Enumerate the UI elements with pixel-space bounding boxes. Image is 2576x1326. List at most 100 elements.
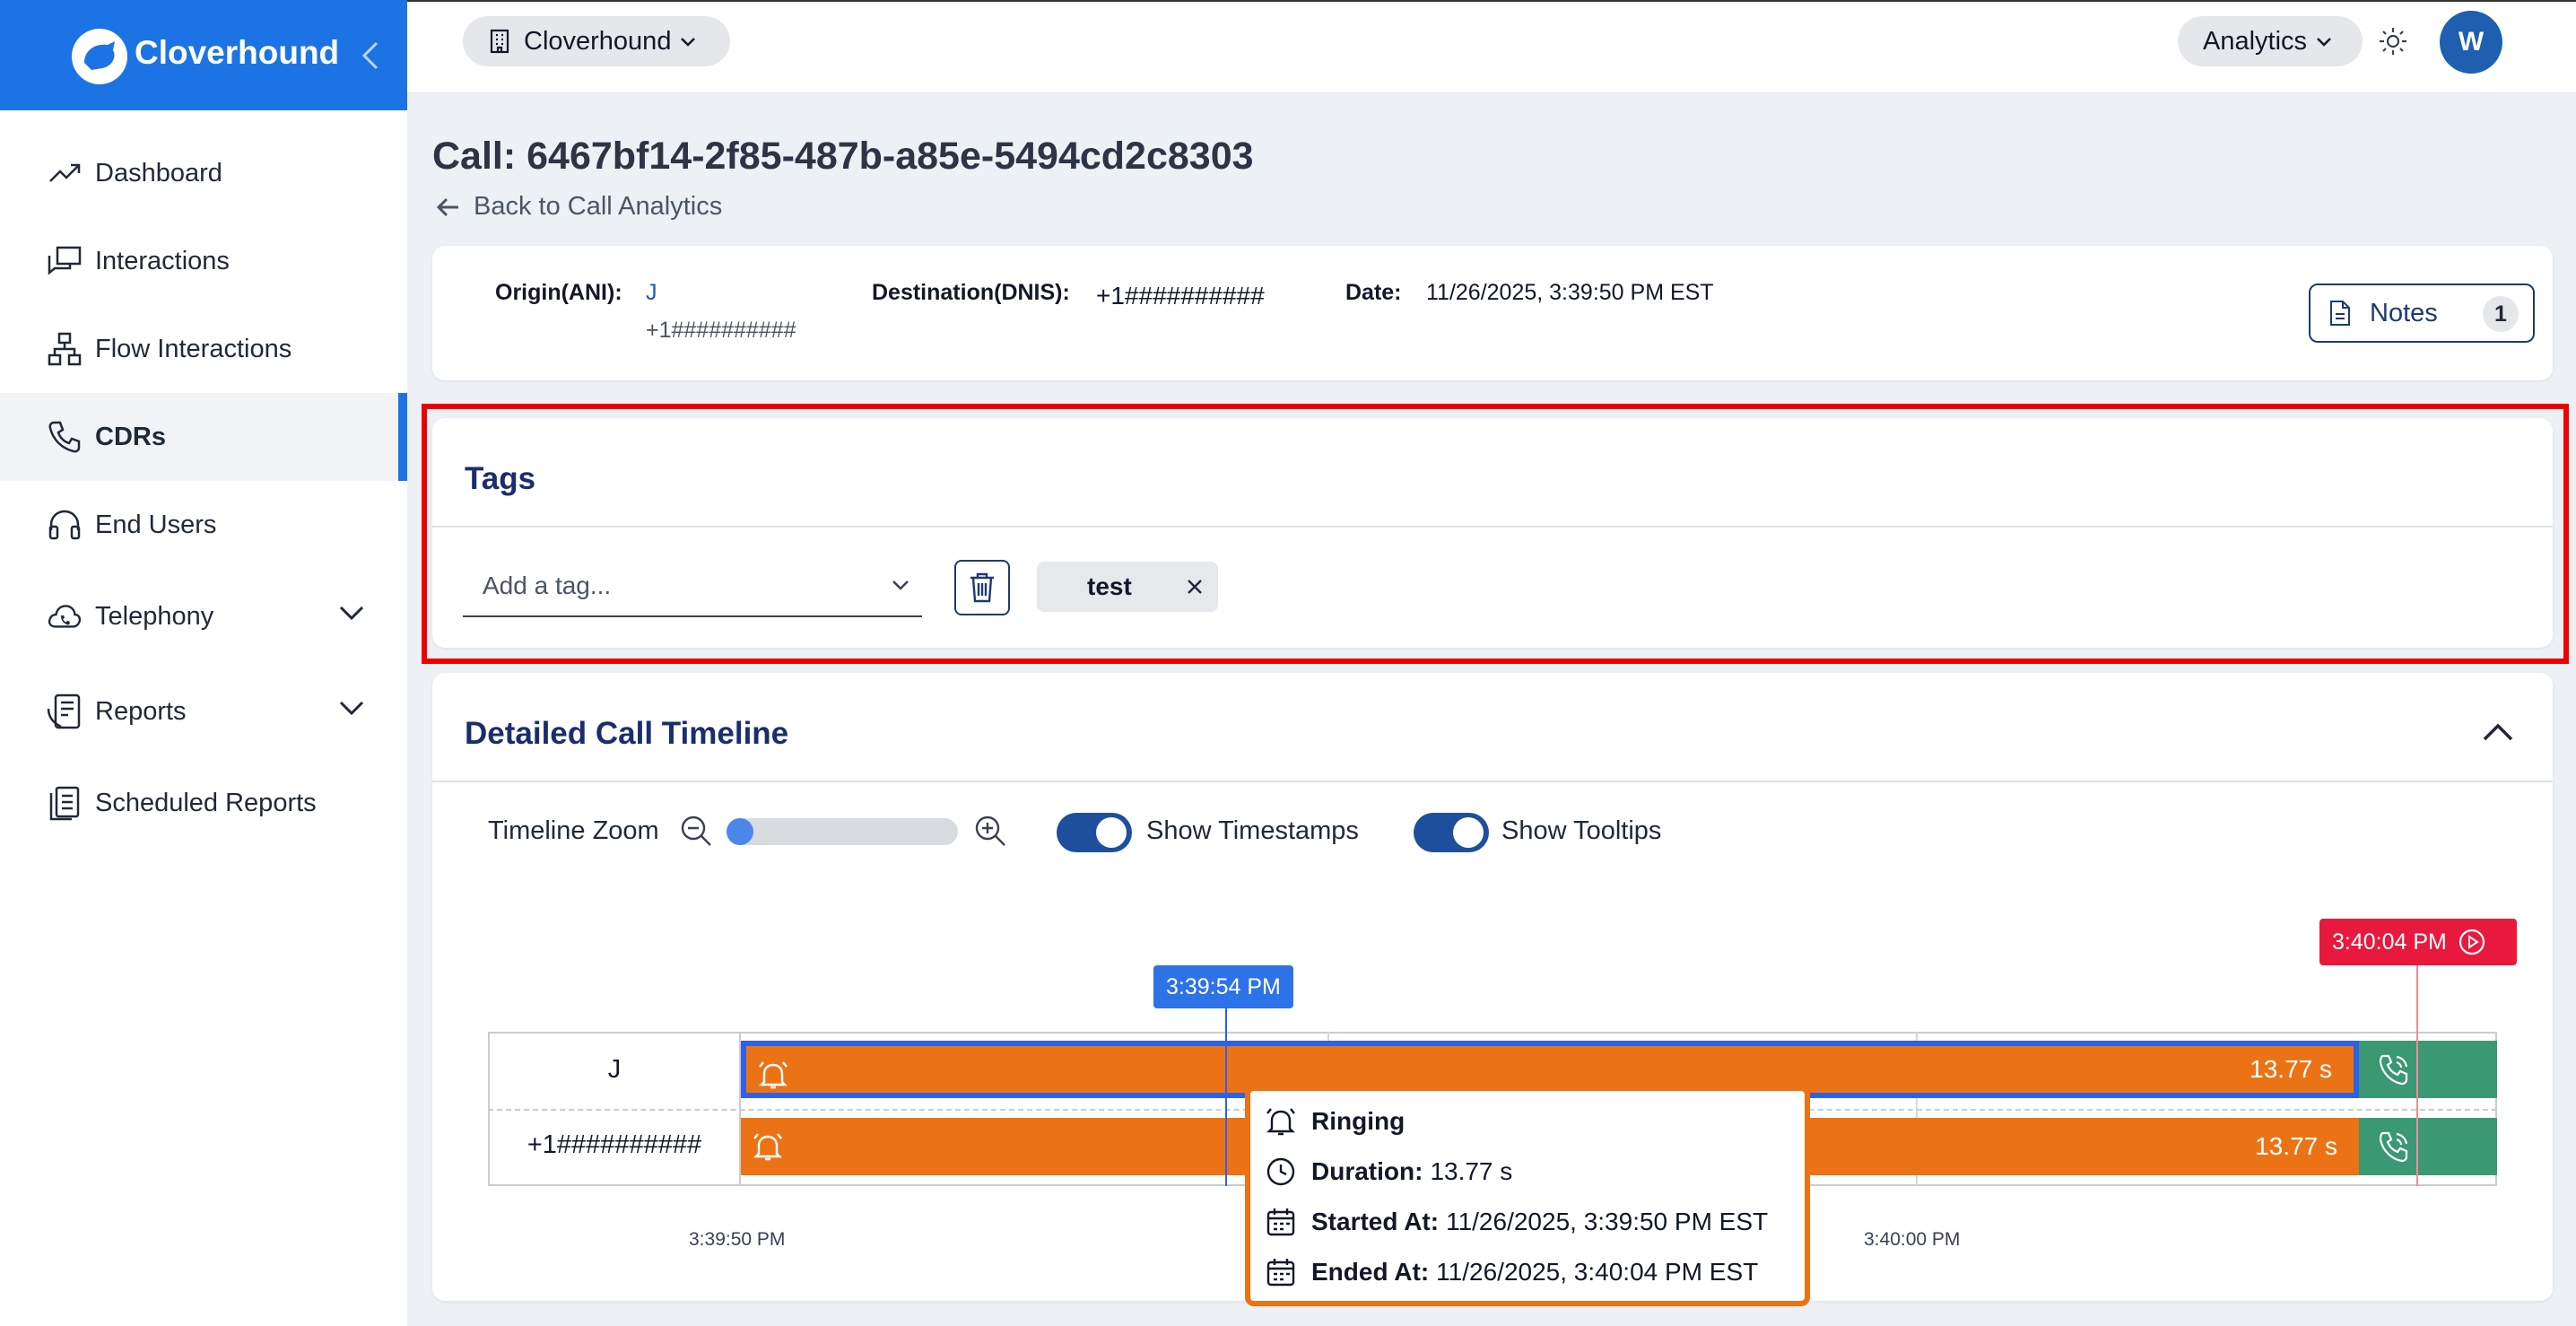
sidebar-item-label: Reports bbox=[95, 696, 187, 726]
sidebar-item-label: Flow Interactions bbox=[95, 334, 292, 363]
sidebar-item-end-users[interactable]: End Users bbox=[0, 481, 407, 569]
chevron-up-icon[interactable] bbox=[2479, 714, 2517, 752]
zoom-out-icon[interactable] bbox=[678, 813, 714, 849]
tooltip-ended-label: Ended At: bbox=[1311, 1258, 1430, 1286]
tooltip-ended-value: 11/26/2025, 3:40:04 PM EST bbox=[1436, 1258, 1759, 1286]
chevron-down-icon[interactable] bbox=[335, 692, 368, 724]
analytics-label: Analytics bbox=[2203, 26, 2308, 56]
trend-up-icon bbox=[47, 155, 83, 191]
back-link-label: Back to Call Analytics bbox=[474, 192, 723, 221]
headset-icon bbox=[47, 507, 83, 543]
tooltip-duration-label: Duration: bbox=[1311, 1157, 1423, 1185]
sidebar-item-reports[interactable]: Reports bbox=[0, 664, 407, 759]
notes-count-badge: 1 bbox=[2483, 296, 2519, 332]
show-timestamps-toggle[interactable] bbox=[1057, 813, 1132, 852]
timeline-zoom-slider[interactable] bbox=[728, 818, 958, 845]
timeline-row-label: J bbox=[607, 1055, 622, 1084]
sidebar-item-label: Scheduled Reports bbox=[95, 788, 317, 817]
sidebar-item-scheduled-reports[interactable]: Scheduled Reports bbox=[0, 759, 407, 847]
timeline-row-label: +1########## bbox=[527, 1130, 702, 1159]
sidebar-item-label: Telephony bbox=[95, 601, 214, 631]
tooltip-started-value: 11/26/2025, 3:39:50 PM EST bbox=[1446, 1208, 1769, 1235]
arrow-left-icon bbox=[436, 197, 458, 216]
chevron-down-icon bbox=[681, 38, 696, 47]
destination-value: +1########## bbox=[1096, 282, 1265, 310]
annotation-highlight-box bbox=[422, 404, 2569, 664]
chat-bubbles-icon bbox=[47, 243, 83, 279]
sidebar-item-flow-interactions[interactable]: Flow Interactions bbox=[0, 305, 407, 393]
sidebar: Cloverhound Dashboard Interactions Flow … bbox=[0, 0, 407, 1326]
tooltip-started-label: Started At: bbox=[1311, 1208, 1440, 1235]
axis-tick-label: 3:40:00 PM bbox=[1864, 1229, 1961, 1250]
analytics-menu[interactable]: Analytics bbox=[2178, 16, 2363, 66]
theme-toggle-sun-icon[interactable] bbox=[2377, 25, 2409, 57]
sidebar-item-interactions[interactable]: Interactions bbox=[0, 217, 407, 305]
axis-tick-label: 3:39:50 PM bbox=[689, 1229, 786, 1250]
hover-time-badge: 3:39:54 PM bbox=[1153, 965, 1293, 1008]
tooltip-duration-value: 13.77 s bbox=[1430, 1157, 1513, 1185]
top-bar: Cloverhound Analytics W bbox=[407, 0, 2576, 93]
timeline-zoom-slider-thumb[interactable] bbox=[727, 818, 753, 845]
end-time-badge[interactable]: 3:40:04 PM bbox=[2319, 919, 2517, 965]
building-icon bbox=[490, 29, 509, 54]
show-tooltips-toggle[interactable] bbox=[1414, 813, 1489, 852]
user-avatar[interactable]: W bbox=[2440, 11, 2502, 74]
org-selector[interactable]: Cloverhound bbox=[463, 16, 730, 66]
org-name: Cloverhound bbox=[524, 26, 672, 56]
brand-name: Cloverhound bbox=[135, 34, 340, 71]
cloverhound-logo-icon bbox=[72, 29, 127, 84]
notes-button[interactable]: Notes 1 bbox=[2309, 284, 2535, 343]
flow-chart-icon bbox=[47, 331, 83, 367]
divider bbox=[432, 781, 2553, 782]
calendar-icon bbox=[1266, 1208, 1295, 1236]
show-timestamps-label: Show Timestamps bbox=[1146, 816, 1359, 845]
sidebar-item-telephony[interactable]: Telephony bbox=[0, 569, 407, 664]
calendar-icon bbox=[1266, 1259, 1295, 1287]
back-link[interactable]: Back to Call Analytics bbox=[436, 192, 722, 222]
sidebar-item-label: Interactions bbox=[95, 246, 230, 275]
origin-label: Origin(ANI): bbox=[495, 280, 622, 305]
play-circle-icon bbox=[2459, 929, 2485, 955]
connected-segment-bar[interactable] bbox=[2359, 1041, 2497, 1098]
report-phone-icon bbox=[47, 694, 83, 729]
segment-duration: 13.77 s bbox=[2250, 1055, 2332, 1083]
segment-duration: 13.77 s bbox=[2255, 1132, 2337, 1160]
sidebar-item-dashboard[interactable]: Dashboard bbox=[0, 129, 407, 217]
origin-name[interactable]: J bbox=[646, 280, 657, 306]
timeline-zoom-label: Timeline Zoom bbox=[488, 816, 659, 845]
sidebar-nav: Dashboard Interactions Flow Interactions… bbox=[0, 129, 407, 847]
chevron-down-icon[interactable] bbox=[335, 597, 368, 629]
bell-icon bbox=[759, 1061, 788, 1089]
notes-label: Notes bbox=[2370, 298, 2438, 327]
sidebar-item-label: CDRs bbox=[95, 422, 166, 451]
clipboard-icon bbox=[47, 785, 83, 821]
collapse-sidebar-icon[interactable] bbox=[357, 39, 384, 72]
phone-icon bbox=[47, 419, 83, 455]
show-tooltips-label: Show Tooltips bbox=[1501, 816, 1662, 845]
date-label: Date: bbox=[1345, 280, 1402, 305]
bell-icon bbox=[1266, 1108, 1295, 1136]
hover-marker-line bbox=[1225, 1007, 1227, 1186]
destination-label: Destination(DNIS): bbox=[872, 280, 1070, 305]
tooltip-ended-row: Ended At: 11/26/2025, 3:40:04 PM EST bbox=[1265, 1254, 1758, 1290]
origin-number: +1########## bbox=[646, 318, 796, 343]
tooltip-started-row: Started At: 11/26/2025, 3:39:50 PM EST bbox=[1265, 1204, 1768, 1240]
date-value: 11/26/2025, 3:39:50 PM EST bbox=[1426, 280, 1714, 305]
phone-call-icon bbox=[2379, 1054, 2408, 1086]
timeline-title: Detailed Call Timeline bbox=[465, 716, 789, 751]
tooltip-title: Ringing bbox=[1311, 1107, 1405, 1135]
clock-icon bbox=[1266, 1157, 1295, 1186]
connected-segment-bar[interactable] bbox=[2359, 1118, 2497, 1175]
bell-icon bbox=[753, 1133, 782, 1161]
zoom-in-icon[interactable] bbox=[972, 813, 1008, 849]
sidebar-item-cdrs[interactable]: CDRs bbox=[0, 393, 407, 481]
end-time-label: 3:40:04 PM bbox=[2332, 929, 2447, 955]
segment-tooltip: Ringing Duration: 13.77 s Started At: 11… bbox=[1245, 1086, 1810, 1306]
phone-call-icon bbox=[2379, 1131, 2408, 1163]
tooltip-title-row: Ringing bbox=[1265, 1104, 1412, 1139]
cloud-phone-icon bbox=[47, 598, 83, 634]
chevron-down-icon bbox=[2317, 38, 2331, 47]
tooltip-duration-row: Duration: 13.77 s bbox=[1265, 1154, 1512, 1190]
call-info-card: Origin(ANI): J +1########## Destination(… bbox=[432, 246, 2553, 380]
brand-header: Cloverhound bbox=[0, 0, 407, 110]
